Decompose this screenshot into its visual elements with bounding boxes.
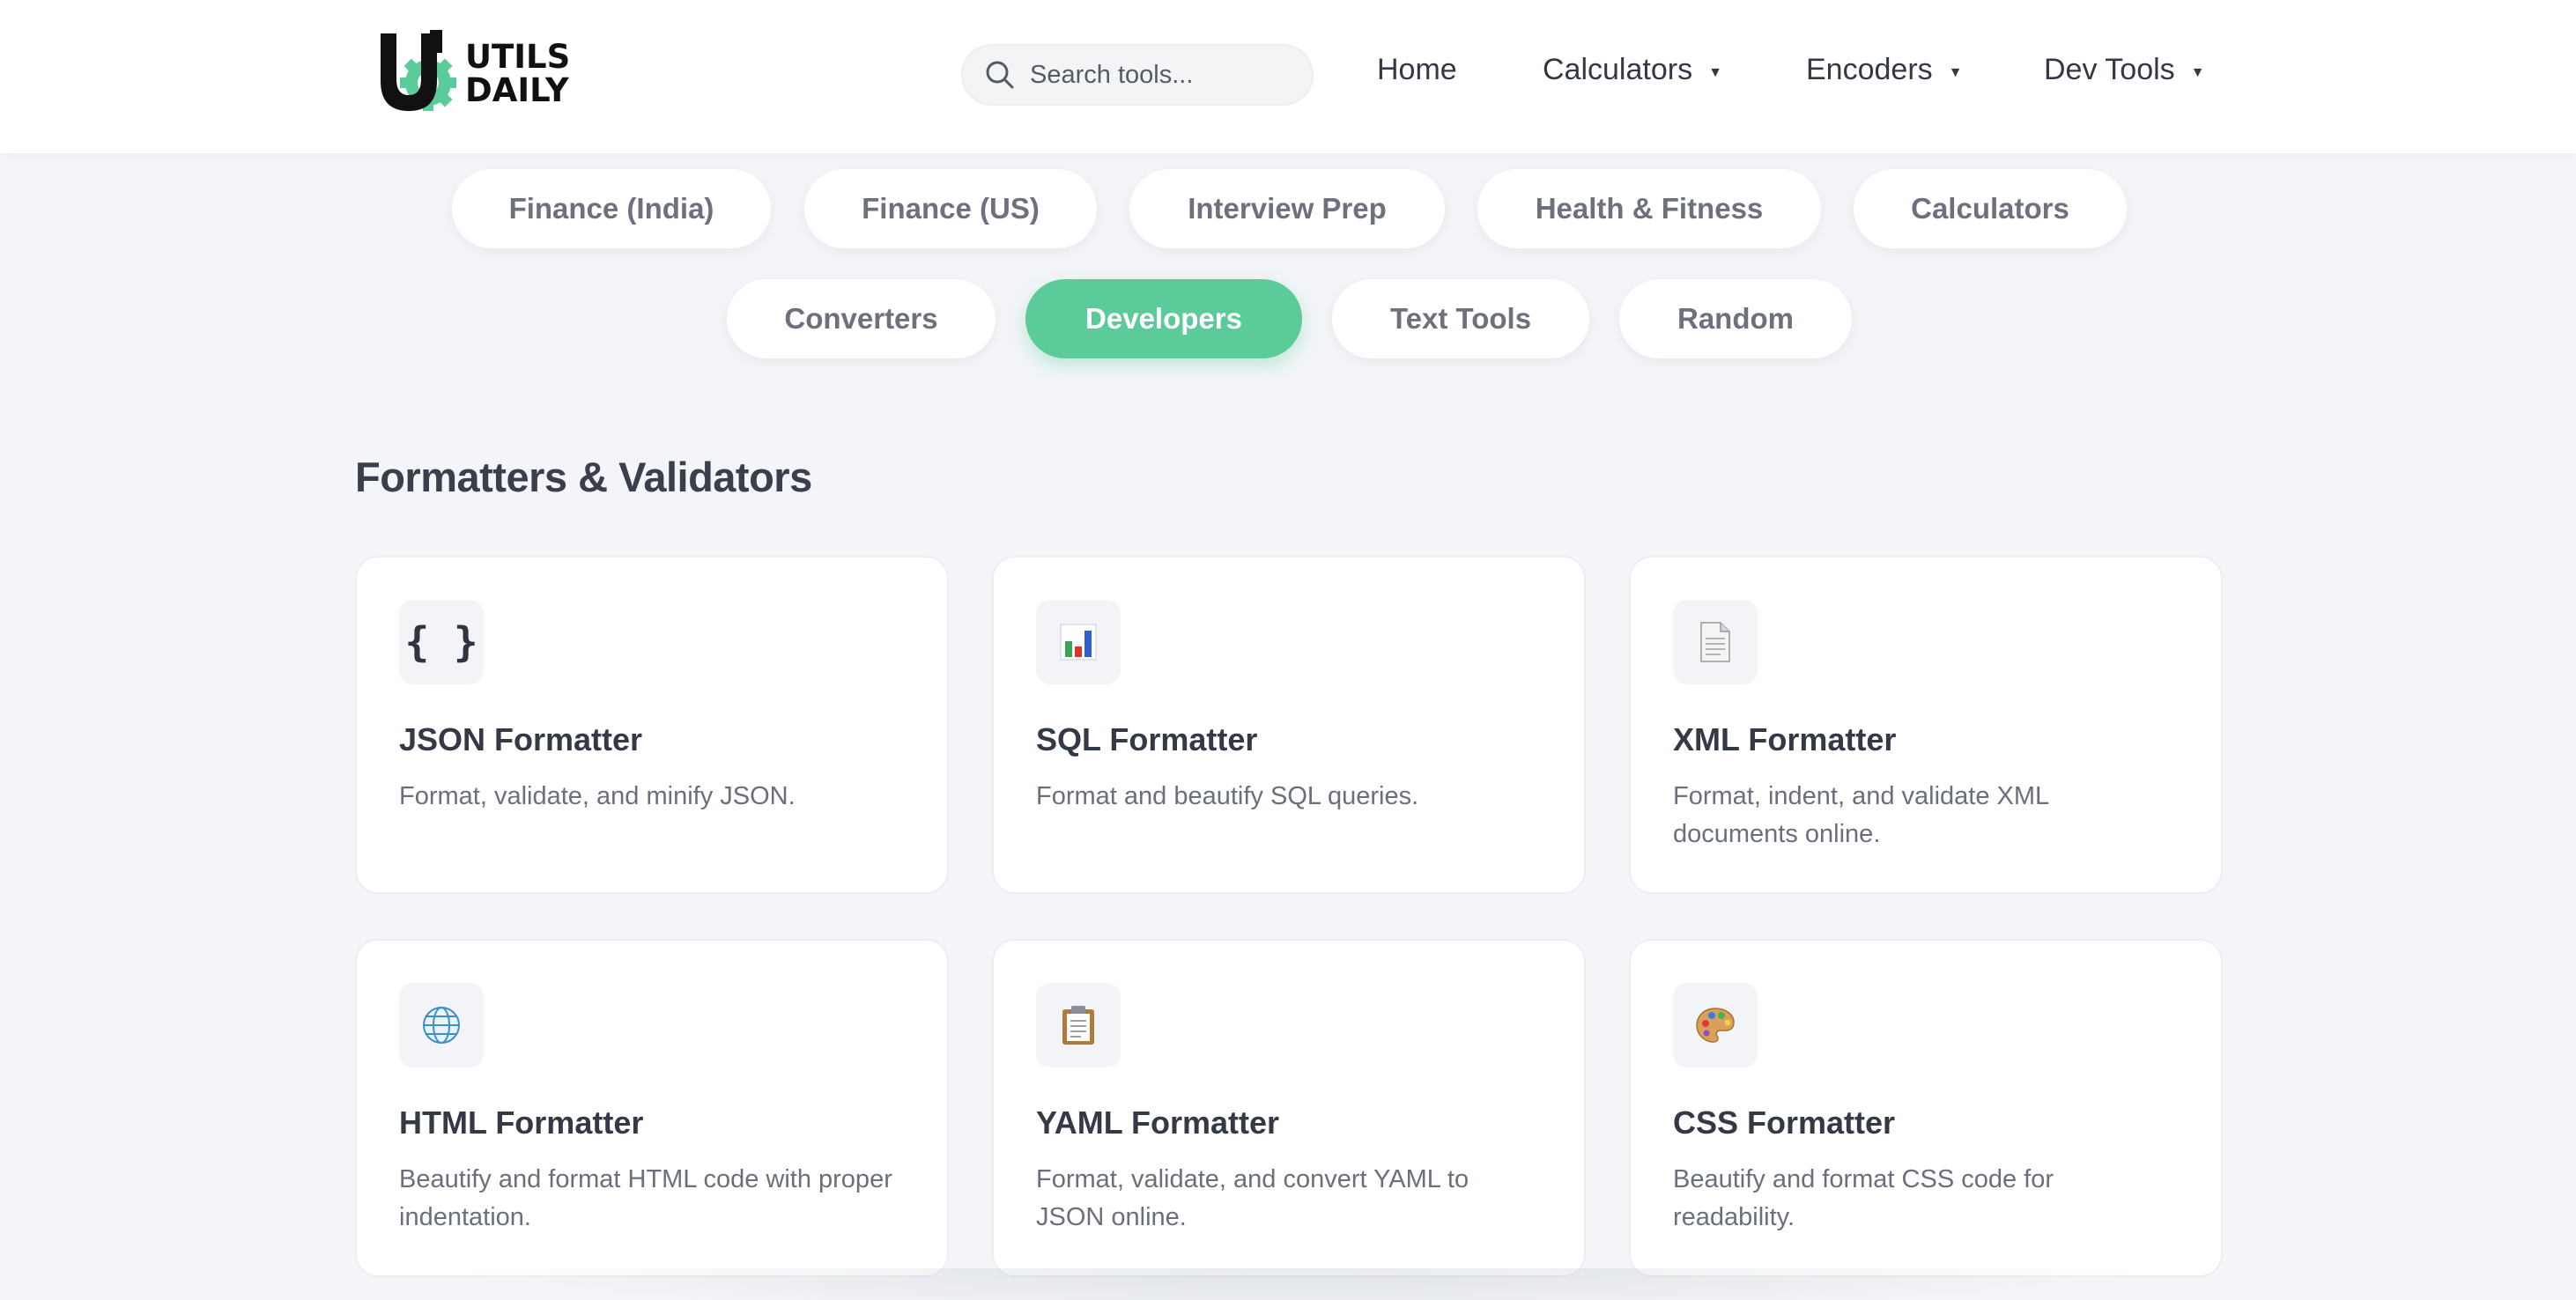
category-pill-label: Finance (India): [508, 192, 714, 225]
tool-card-json-formatter[interactable]: { } JSON Formatter Format, validate, and…: [355, 556, 949, 894]
tool-card-description: Beautify and format HTML code with prope…: [399, 1165, 892, 1231]
category-pill-label: Developers: [1085, 302, 1242, 335]
category-pill-random[interactable]: Random: [1619, 279, 1852, 358]
category-pill-developers[interactable]: Developers: [1025, 279, 1302, 358]
logo-text: UTILS DAILY: [465, 41, 570, 107]
logo-line-2: DAILY: [465, 71, 569, 109]
nav-calculators-label: Calculators: [1543, 53, 1693, 86]
nav-encoders[interactable]: Encoders ▼: [1806, 53, 1962, 87]
tool-card-sql-formatter[interactable]: SQL Formatter Format and beautify SQL qu…: [992, 556, 1586, 894]
category-pill-label: Random: [1677, 302, 1794, 335]
tool-card-description: Format, validate, and convert YAML to JS…: [1036, 1165, 1469, 1231]
category-pill-label: Interview Prep: [1188, 192, 1387, 225]
search-icon: [986, 61, 1014, 89]
category-pill-label: Converters: [784, 302, 938, 335]
category-pill-calculators[interactable]: Calculators: [1854, 169, 2127, 248]
tool-card-title: HTML Formatter: [399, 1104, 644, 1141]
category-pill-text-tools[interactable]: Text Tools: [1332, 279, 1589, 358]
category-pill-label: Calculators: [1911, 192, 2069, 225]
category-pill-label: Text Tools: [1389, 302, 1532, 335]
bar-chart-icon-svg: [1060, 624, 1097, 661]
nav-home-label: Home: [1377, 53, 1457, 86]
search-box[interactable]: [961, 44, 1314, 106]
document-icon: [1673, 600, 1758, 684]
nav-dev-tools[interactable]: Dev Tools ▼: [2044, 53, 2205, 87]
nav-encoders-label: Encoders: [1806, 53, 1933, 86]
site-logo[interactable]: UTILS DAILY: [377, 30, 571, 118]
category-pill-finance-india[interactable]: Finance (India): [452, 169, 771, 248]
category-pill-label: Finance (US): [862, 192, 1040, 225]
nav-dev-tools-label: Dev Tools: [2044, 53, 2175, 86]
category-pill-interview-prep[interactable]: Interview Prep: [1129, 169, 1445, 248]
caret-down-icon: ▼: [1708, 64, 1722, 80]
tool-card-title: YAML Formatter: [1036, 1104, 1280, 1141]
caret-down-icon: ▼: [1948, 64, 1963, 80]
top-header: UTILS DAILY Home Calculators ▼ Encoders …: [0, 0, 2576, 153]
clipboard-icon: [1036, 983, 1121, 1067]
tool-card-description: Format, indent, and validate XML documen…: [1673, 782, 2049, 848]
category-pill-health-fitness[interactable]: Health & Fitness: [1477, 169, 1821, 248]
tool-card-title: XML Formatter: [1673, 721, 1897, 757]
search-input[interactable]: [1030, 60, 1294, 90]
palette-icon-svg: [1696, 1008, 1735, 1043]
nav-home[interactable]: Home: [1377, 53, 1457, 87]
category-pill-finance-us[interactable]: Finance (US): [804, 169, 1097, 248]
document-icon-svg: [1700, 622, 1730, 662]
logo-line-1: UTILS: [465, 38, 571, 76]
clipboard-icon-svg: [1062, 1006, 1094, 1045]
tool-card-title: CSS Formatter: [1673, 1104, 1896, 1141]
tool-card-css-formatter[interactable]: CSS Formatter Beautify and format CSS co…: [1629, 939, 2223, 1277]
tool-card-title: SQL Formatter: [1036, 721, 1258, 757]
braces-glyph: { }: [404, 618, 478, 666]
globe-icon-svg: [423, 1007, 460, 1044]
tool-card-xml-formatter[interactable]: XML Formatter Format, indent, and valida…: [1629, 556, 2223, 894]
palette-icon: [1673, 983, 1758, 1067]
bar-chart-icon: [1036, 600, 1121, 684]
tool-card-description: Beautify and format CSS code for readabi…: [1673, 1165, 2054, 1231]
tool-card-description: Format and beautify SQL queries.: [1036, 782, 1419, 810]
globe-icon: [399, 983, 484, 1067]
section-title: Formatters & Validators: [355, 454, 812, 500]
logo-mark-icon: [381, 30, 456, 111]
category-pill-converters[interactable]: Converters: [727, 279, 996, 358]
tool-card-description: Format, validate, and minify JSON.: [399, 782, 796, 810]
nav-calculators[interactable]: Calculators ▼: [1543, 53, 1722, 87]
tool-card-title: JSON Formatter: [399, 721, 643, 757]
tool-card-html-formatter[interactable]: HTML Formatter Beautify and format HTML …: [355, 939, 949, 1277]
tool-card-yaml-formatter[interactable]: YAML Formatter Format, validate, and con…: [992, 939, 1586, 1277]
braces-icon: { }: [399, 600, 484, 684]
category-pill-label: Health & Fitness: [1535, 192, 1764, 225]
caret-down-icon: ▼: [2190, 64, 2205, 80]
